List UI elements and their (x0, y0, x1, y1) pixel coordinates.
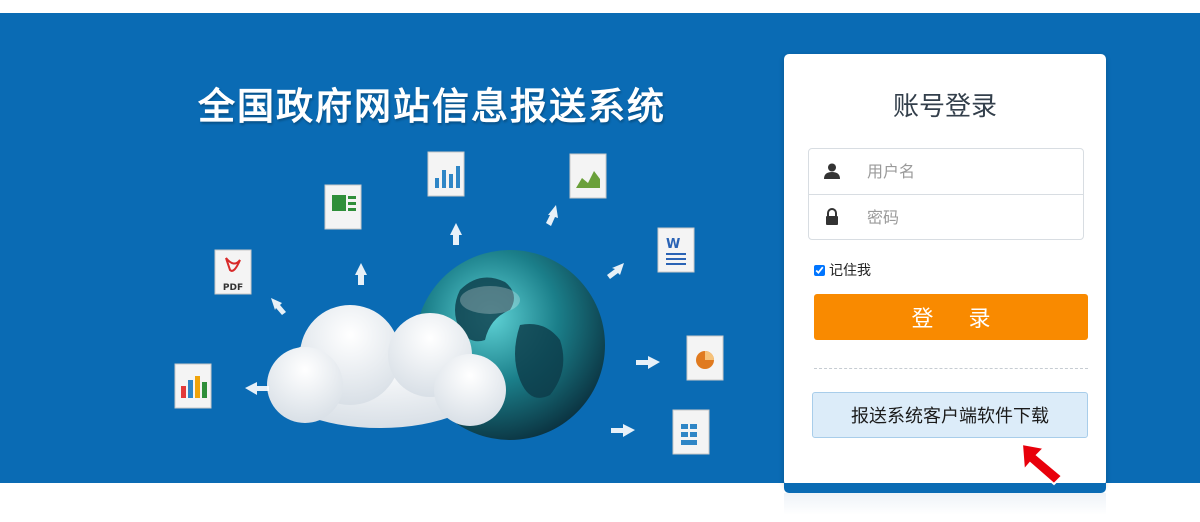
login-input-group (808, 148, 1084, 240)
chart-file-icon (427, 151, 465, 197)
username-row (809, 149, 1083, 194)
red-arrow-icon (1020, 442, 1064, 486)
excel-file-icon (324, 184, 362, 230)
remember-me-checkbox[interactable] (814, 264, 825, 276)
cloud-globe-illustration: PDF W (174, 151, 724, 455)
username-input[interactable] (867, 157, 1067, 185)
pie-chart-file-icon (686, 335, 724, 381)
dashed-divider (814, 368, 1088, 369)
banner-title: 全国政府网站信息报送系统 (198, 85, 666, 128)
word-file-icon: W (657, 227, 695, 273)
page: 全国政府网站信息报送系统 PDF W 账号登录 用户名 记住我 登 录 报送系统… (0, 0, 1200, 522)
remember-me-label: 记住我 (829, 263, 871, 279)
panel-reflection (784, 493, 1106, 515)
user-icon (824, 163, 840, 179)
client-download-button[interactable]: 报送系统客户端软件下载 (812, 392, 1088, 438)
table-file-icon (672, 409, 710, 455)
login-panel: 账号登录 记住我 登 录 报送系统客户端软件下 (784, 54, 1106, 486)
bar-chart-file-icon (174, 363, 212, 409)
pdf-label: PDF (223, 283, 243, 293)
password-input[interactable] (867, 203, 1067, 231)
remember-me[interactable]: 记住我 (814, 261, 871, 279)
svg-text:W: W (666, 237, 680, 252)
login-button[interactable]: 登 录 (814, 294, 1088, 340)
area-chart-file-icon (569, 153, 607, 199)
login-title: 账号登录 (892, 92, 997, 122)
password-row (809, 194, 1083, 239)
lock-icon (826, 208, 838, 225)
